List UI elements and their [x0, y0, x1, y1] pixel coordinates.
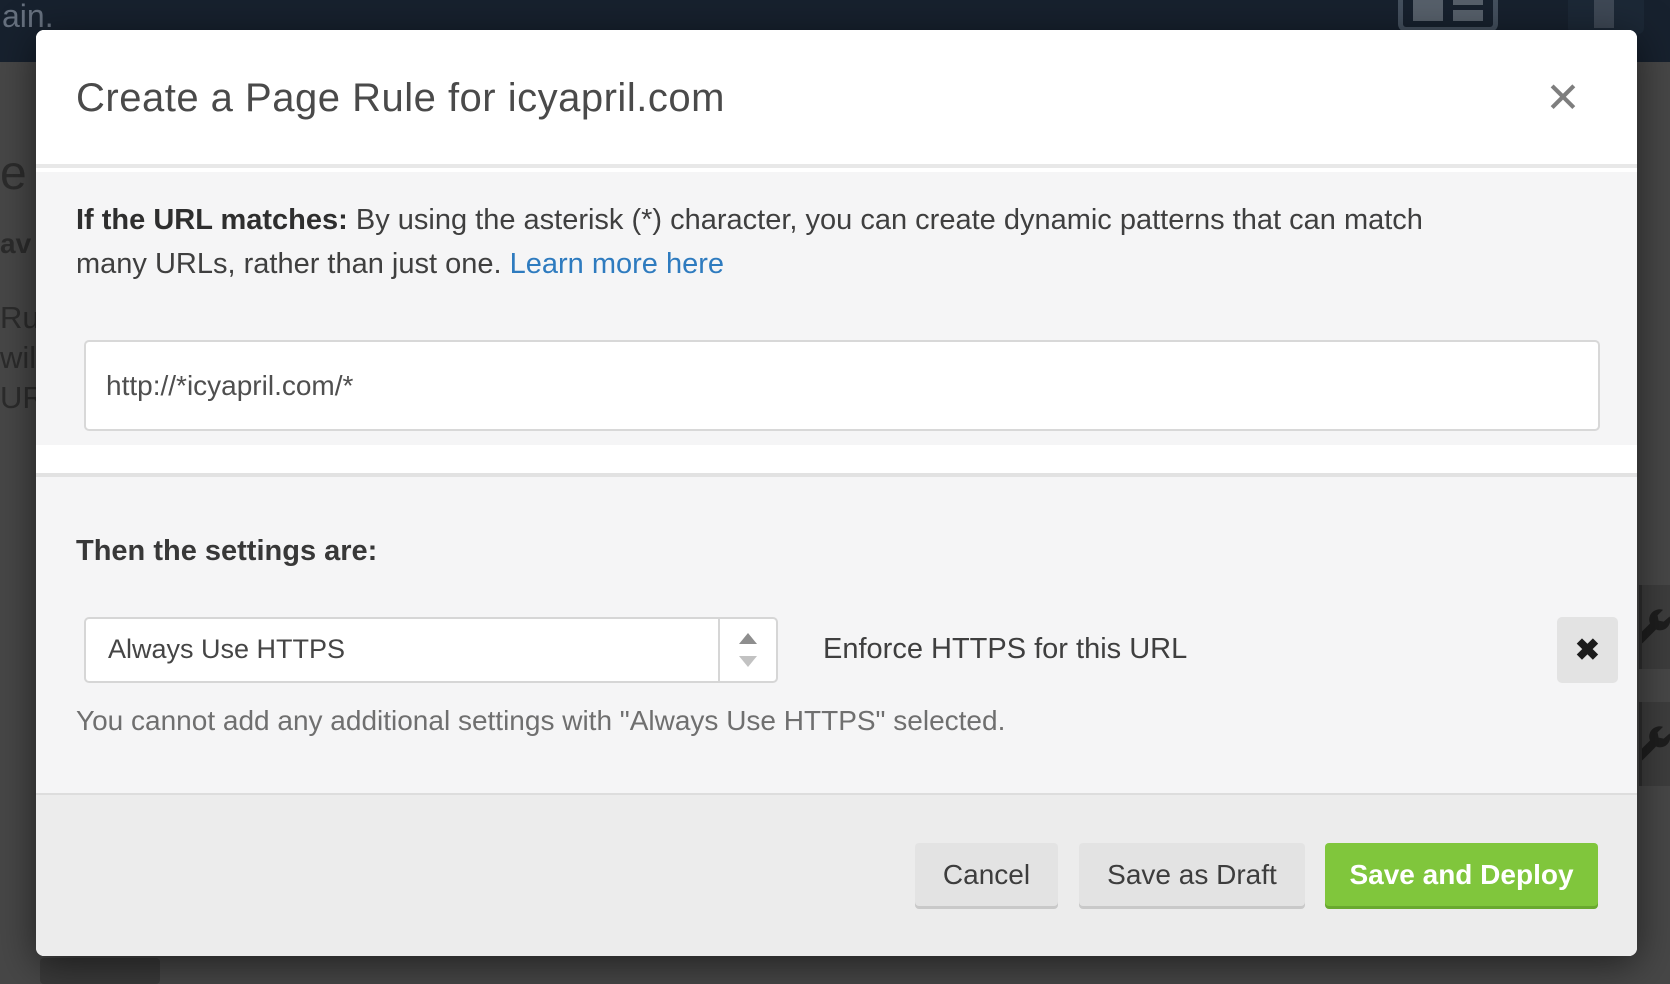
background-text-fragment: av: [0, 228, 36, 260]
background-text-fragment: Ru: [0, 300, 36, 336]
url-match-label: If the URL matches:: [76, 204, 348, 236]
layout-grid-icon: [1398, 0, 1498, 32]
profile-panel-icon: [1568, 0, 1644, 34]
setting-row: Always Use HTTPS Enforce HTTPS for this …: [36, 617, 1637, 683]
create-page-rule-modal: Create a Page Rule for icyapril.com ✕ If…: [36, 30, 1637, 956]
modal-header: Create a Page Rule for icyapril.com ✕: [36, 30, 1637, 168]
wrench-icon: [1639, 585, 1670, 669]
background-text-fragment: will: [0, 340, 36, 376]
chevron-down-icon: [739, 656, 757, 667]
settings-section: Then the settings are: Always Use HTTPS …: [36, 477, 1637, 793]
background-content-fragment: [40, 958, 160, 984]
setting-select[interactable]: Always Use HTTPS: [84, 617, 778, 683]
close-icon[interactable]: ✕: [1535, 70, 1591, 126]
select-stepper[interactable]: [718, 619, 776, 681]
chevron-up-icon: [739, 633, 757, 644]
setting-description: Enforce HTTPS for this URL: [823, 633, 1187, 666]
modal-footer: Cancel Save as Draft Save and Deploy: [36, 793, 1637, 956]
cancel-button[interactable]: Cancel: [915, 843, 1058, 906]
setting-select-value: Always Use HTTPS: [108, 634, 345, 665]
settings-note: You cannot add any additional settings w…: [76, 705, 1005, 737]
url-match-section: If the URL matches: By using the asteris…: [36, 172, 1637, 445]
remove-setting-button[interactable]: ✖: [1557, 617, 1618, 683]
url-match-description: If the URL matches: By using the asteris…: [76, 198, 1476, 286]
settings-heading: Then the settings are:: [76, 535, 377, 568]
modal-title: Create a Page Rule for icyapril.com: [76, 76, 725, 121]
background-text-fragment: UR: [0, 380, 36, 416]
url-pattern-input[interactable]: [84, 340, 1600, 431]
wrench-icon: [1639, 702, 1670, 786]
remove-x-icon: ✖: [1575, 634, 1600, 667]
background-text-fragment: e: [0, 146, 36, 201]
save-and-deploy-button[interactable]: Save and Deploy: [1325, 843, 1598, 906]
learn-more-link[interactable]: Learn more here: [510, 248, 724, 280]
save-as-draft-button[interactable]: Save as Draft: [1079, 843, 1305, 906]
